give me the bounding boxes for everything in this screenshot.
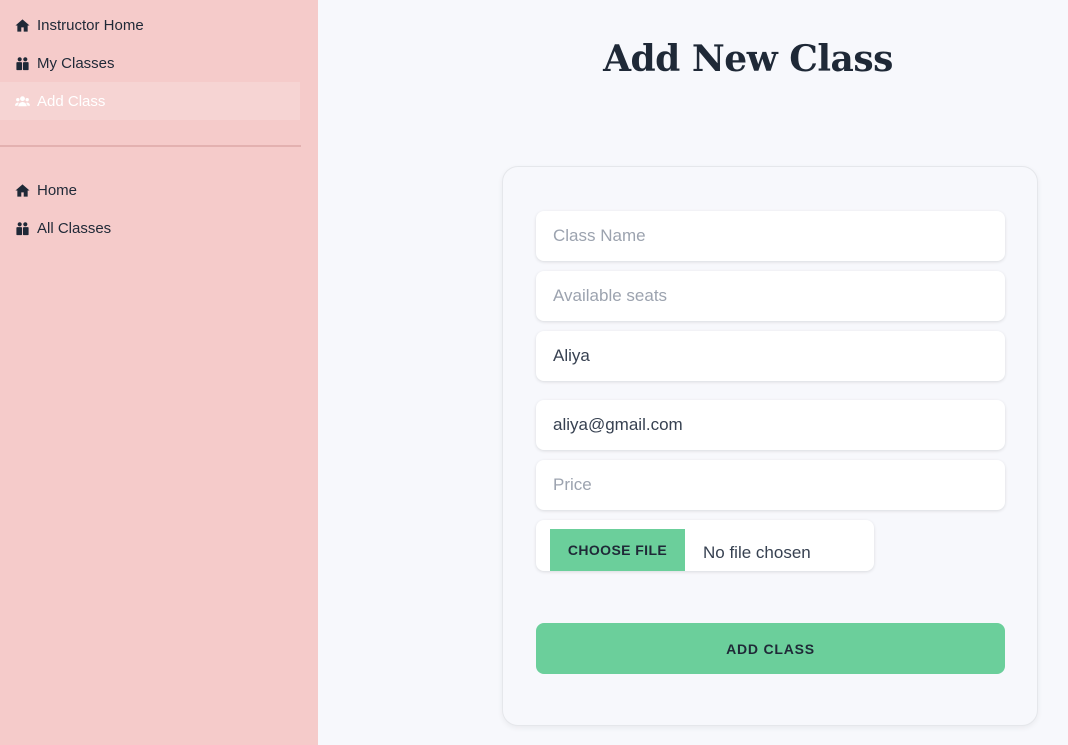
page-title: Add New Class — [603, 38, 893, 80]
sidebar-item-my-classes[interactable]: My Classes — [0, 44, 300, 82]
sidebar-item-instructor-home[interactable]: Instructor Home — [0, 6, 300, 44]
sidebar-item-label: My Classes — [37, 54, 115, 72]
available-seats-input[interactable] — [536, 271, 1005, 321]
home-icon — [14, 182, 30, 198]
users-box-icon — [14, 55, 30, 71]
sidebar-item-add-class[interactable]: Add Class — [0, 82, 300, 120]
class-name-input[interactable] — [536, 211, 1005, 261]
sidebar: Instructor Home My Classes Add Class Hom… — [0, 0, 318, 745]
price-input[interactable] — [536, 460, 1005, 510]
sidebar-item-label: Instructor Home — [37, 16, 144, 34]
users-box-icon — [14, 220, 30, 236]
sidebar-divider — [0, 145, 301, 147]
sidebar-item-label: Add Class — [37, 92, 106, 110]
sidebar-item-label: Home — [37, 181, 78, 199]
sidebar-item-label: All Classes — [37, 219, 112, 237]
add-class-form: CHOOSE FILE No file chosen ADD CLASS — [502, 166, 1038, 726]
sidebar-item-all-classes[interactable]: All Classes — [0, 209, 300, 247]
add-class-button[interactable]: ADD CLASS — [536, 623, 1005, 674]
sidebar-item-home[interactable]: Home — [0, 171, 300, 209]
home-icon — [14, 17, 30, 33]
image-file-input[interactable]: CHOOSE FILE No file chosen — [536, 520, 874, 571]
users-icon — [14, 93, 30, 109]
instructor-name-input[interactable] — [536, 331, 1005, 381]
instructor-email-input[interactable] — [536, 400, 1005, 450]
file-status-text: No file chosen — [703, 543, 811, 562]
choose-file-button[interactable]: CHOOSE FILE — [550, 529, 685, 571]
